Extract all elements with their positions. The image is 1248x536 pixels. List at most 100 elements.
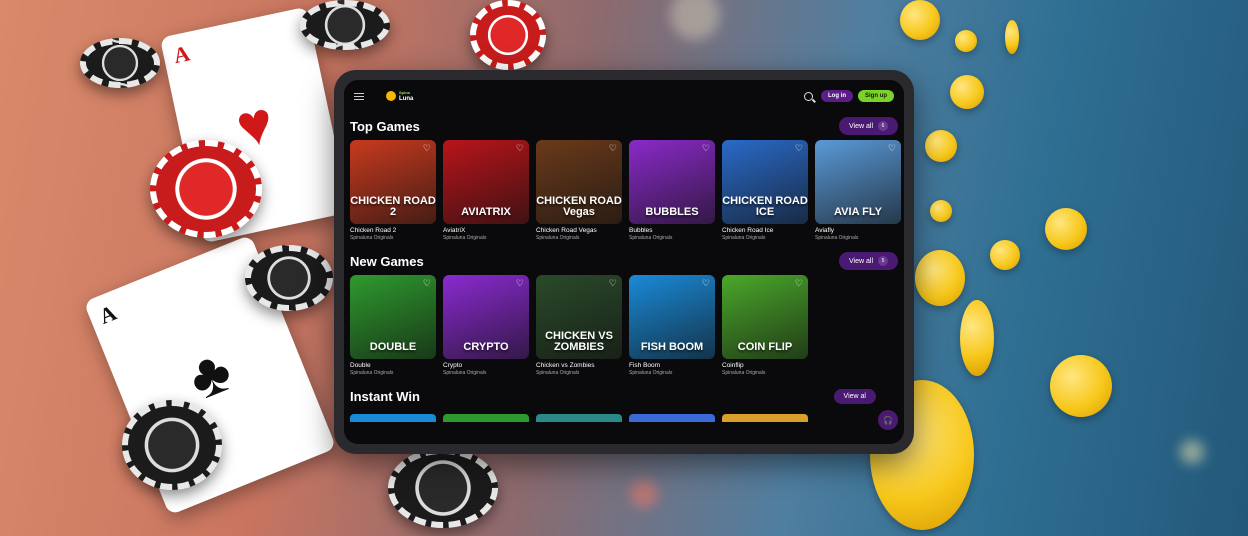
heart-icon[interactable]: ♡	[423, 144, 431, 153]
count-badge: 6	[878, 121, 888, 131]
game-art-title: CHICKEN VS ZOMBIES	[545, 330, 613, 353]
site-logo[interactable]: Spina Luna	[386, 90, 413, 102]
game-card[interactable]: ♡ BUBBLES Bubbles Spinaluna Originals	[629, 140, 715, 241]
gold-coin	[1005, 20, 1019, 54]
login-button[interactable]: Log in	[821, 90, 853, 102]
red-poker-chip	[470, 0, 546, 70]
game-card[interactable]: ♡ CHICKEN ROAD Vegas Chicken Road Vegas Spi…	[536, 140, 622, 241]
red-poker-chip	[150, 140, 262, 238]
game-card[interactable]: ♡ FISH BOOM Fish Boom Spinaluna Originals	[629, 275, 715, 376]
game-thumbnail[interactable]: ♡ CHICKEN VS ZOMBIES	[536, 275, 622, 359]
app-screen: Spina Luna Log in Sign up Top Games View…	[344, 80, 904, 444]
game-provider: Spinaluna Originals	[536, 370, 580, 376]
heart-icon[interactable]: ♡	[516, 144, 524, 153]
game-thumbnail[interactable]: ♡ DOUBLE	[350, 275, 436, 359]
game-art-title: CRYPTO	[463, 341, 509, 353]
game-name[interactable]: AviatriX	[443, 227, 529, 234]
gold-coin	[900, 0, 940, 40]
gold-coin	[950, 75, 984, 109]
game-provider: Spinaluna Originals	[443, 235, 487, 241]
game-provider: Spinaluna Originals	[629, 235, 673, 241]
game-provider: Spinaluna Originals	[350, 370, 394, 376]
game-provider: Spinaluna Originals	[815, 235, 859, 241]
view-all-button[interactable]: View al	[833, 388, 876, 404]
game-name[interactable]: Chicken Road Vegas	[536, 227, 622, 234]
section-header-top-games: Top Games View all 6	[344, 112, 904, 140]
game-provider: Spinaluna Originals	[722, 370, 766, 376]
view-all-button[interactable]: View all 5	[839, 252, 898, 270]
game-thumbnail[interactable]: ♡ AVIATRIX	[443, 140, 529, 224]
game-name[interactable]: Crypto	[443, 362, 529, 369]
section-header-instant-win: Instant Win View al	[344, 382, 904, 410]
heart-icon[interactable]: ♡	[702, 144, 710, 153]
game-card[interactable]: ♡ CRYPTO Crypto Spinaluna Originals	[443, 275, 529, 376]
game-provider: Spinaluna Originals	[350, 235, 394, 241]
game-art-title: AVIATRIX	[461, 206, 511, 218]
search-icon[interactable]	[804, 91, 813, 101]
heart-icon[interactable]: ♡	[888, 144, 896, 153]
game-card[interactable]: ♡ CHICKEN VS ZOMBIES Chicken vs Zombies Spi…	[536, 275, 622, 376]
game-art-title: FISH BOOM	[640, 341, 704, 353]
game-art-title: COIN FLIP	[737, 341, 793, 353]
section-title: Top Games	[350, 118, 420, 134]
logo-main-text: Luna	[399, 96, 414, 102]
game-art-title: CHICKEN ROAD ICE	[722, 195, 808, 218]
game-card[interactable]: ♡ CHICKEN ROAD 2 Chicken Road 2 Spinaluna O…	[350, 140, 436, 241]
heart-icon[interactable]: ♡	[609, 279, 617, 288]
game-thumbnail[interactable]: ♡ FISH BOOM	[629, 275, 715, 359]
game-name[interactable]: Coinflip	[722, 362, 808, 369]
game-thumbnail[interactable]: ♡ COIN FLIP	[722, 275, 808, 359]
game-thumbnail[interactable]: ♡ CHICKEN ROAD ICE	[722, 140, 808, 224]
hamburger-menu-icon[interactable]	[354, 92, 364, 100]
game-card[interactable]: ♡ AVIA FLY Aviafly Spinaluna Originals	[815, 140, 901, 241]
heart-icon[interactable]: ♡	[423, 279, 431, 288]
game-thumbnail-partial[interactable]	[350, 414, 436, 422]
game-provider: Spinaluna Originals	[536, 235, 580, 241]
game-thumbnail-partial[interactable]	[629, 414, 715, 422]
game-thumbnail-partial[interactable]	[536, 414, 622, 422]
game-provider: Spinaluna Originals	[629, 370, 673, 376]
game-name[interactable]: Aviafly	[815, 227, 901, 234]
game-card[interactable]: ♡ DOUBLE Double Spinaluna Originals	[350, 275, 436, 376]
game-row-new-games: ♡ DOUBLE Double Spinaluna Originals ♡ CRYPTO C…	[344, 275, 904, 376]
bokeh-light	[630, 480, 658, 508]
section-header-new-games: New Games View all 5	[344, 247, 904, 275]
game-row-top-games: ♡ CHICKEN ROAD 2 Chicken Road 2 Spinaluna O…	[344, 140, 904, 241]
gold-coin	[1050, 355, 1112, 417]
game-thumbnail[interactable]: ♡ CHICKEN ROAD 2	[350, 140, 436, 224]
view-all-label: View al	[843, 392, 866, 400]
heart-icon[interactable]: ♡	[516, 279, 524, 288]
game-art-title: CHICKEN ROAD 2	[350, 195, 436, 218]
game-thumbnail[interactable]: ♡ BUBBLES	[629, 140, 715, 224]
game-name[interactable]: Double	[350, 362, 436, 369]
heart-icon[interactable]: ♡	[702, 279, 710, 288]
support-headset-icon[interactable]: 🎧	[878, 410, 898, 430]
heart-icon[interactable]: ♡	[795, 144, 803, 153]
gold-coin	[960, 300, 994, 376]
game-name[interactable]: Chicken Road Ice	[722, 227, 808, 234]
game-thumbnail[interactable]: ♡ CRYPTO	[443, 275, 529, 359]
game-name[interactable]: Bubbles	[629, 227, 715, 234]
game-card[interactable]: ♡ AVIATRIX AviatriX Spinaluna Originals	[443, 140, 529, 241]
signup-button[interactable]: Sign up	[858, 90, 894, 102]
game-thumbnail-partial[interactable]	[443, 414, 529, 422]
count-badge: 5	[878, 256, 888, 266]
game-art-title: BUBBLES	[645, 206, 699, 218]
heart-icon[interactable]: ♡	[795, 279, 803, 288]
game-card[interactable]: ♡ CHICKEN ROAD ICE Chicken Road Ice Spinalu…	[722, 140, 808, 241]
game-card[interactable]: ♡ COIN FLIP Coinflip Spinaluna Originals	[722, 275, 808, 376]
game-name[interactable]: Chicken Road 2	[350, 227, 436, 234]
game-thumbnail[interactable]: ♡ CHICKEN ROAD Vegas	[536, 140, 622, 224]
black-poker-chip	[80, 38, 160, 88]
game-thumbnail[interactable]: ♡ AVIA FLY	[815, 140, 901, 224]
view-all-label: View all	[849, 257, 873, 265]
game-thumbnail-partial[interactable]	[722, 414, 808, 422]
game-name[interactable]: Chicken vs Zombies	[536, 362, 622, 369]
game-provider: Spinaluna Originals	[443, 370, 487, 376]
view-all-button[interactable]: View all 6	[839, 117, 898, 135]
heart-icon[interactable]: ♡	[609, 144, 617, 153]
game-name[interactable]: Fish Boom	[629, 362, 715, 369]
section-title: New Games	[350, 253, 424, 269]
black-poker-chip	[122, 400, 222, 490]
section-title: Instant Win	[350, 388, 420, 404]
